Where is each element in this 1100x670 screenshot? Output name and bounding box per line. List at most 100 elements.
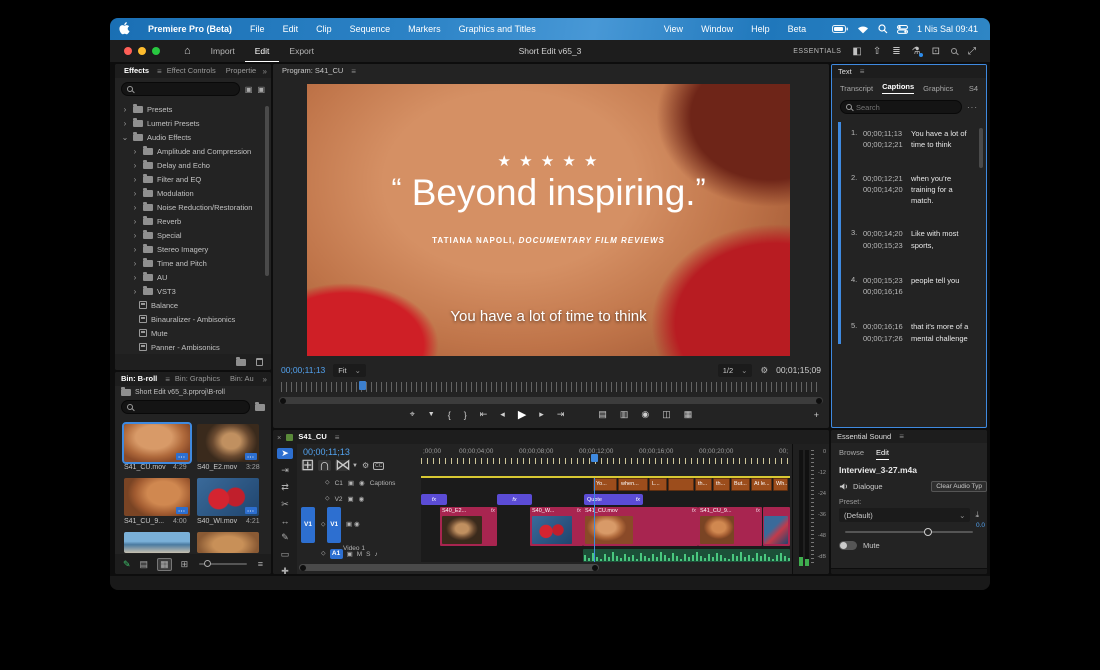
sync-lock-icon[interactable]: ▣ (348, 479, 354, 487)
caption-text[interactable]: You have a lot of time to think (911, 128, 976, 151)
chevron-icon[interactable]: › (131, 147, 139, 156)
tree-item-time-pitch[interactable]: › Time and Pitch (115, 256, 271, 270)
caption-text[interactable]: that it's more of a mental challenge (911, 321, 976, 344)
nav-export[interactable]: Export (279, 40, 324, 62)
sync-lock-icon[interactable]: ▣ (348, 495, 354, 503)
bin-clip-name[interactable]: S41_CU.mov (124, 464, 166, 471)
mic-voiceover-icon[interactable]: ♪ (374, 551, 377, 558)
slip-tool[interactable]: ↔ (281, 516, 290, 526)
chevron-icon[interactable]: › (131, 203, 139, 212)
chevron-icon[interactable]: › (131, 273, 139, 282)
save-preset-icon[interactable]: ⤓ (975, 510, 979, 520)
snap-icon[interactable]: ∩ (318, 458, 331, 474)
tab-edit[interactable]: Edit (876, 448, 889, 460)
bin-clip-thumbnail[interactable]: ••• (197, 424, 259, 462)
close-window-button[interactable] (124, 47, 132, 55)
nav-import[interactable]: Import (201, 40, 245, 62)
menubar-app-name[interactable]: Premiere Pro (Beta) (139, 24, 241, 34)
mute-toggle[interactable] (839, 541, 857, 550)
scrollbar-handle-left[interactable] (300, 564, 306, 571)
edit-pencil-icon[interactable]: ✎ (123, 559, 131, 570)
tab-effects[interactable]: Effects (119, 64, 154, 78)
bin-clip-name[interactable]: S40_E2.mov (197, 464, 237, 471)
compare-frame-button[interactable]: ◫ (662, 409, 671, 420)
panel-menu-icon[interactable]: ≡ (335, 433, 340, 442)
scrollbar-handle-right[interactable] (592, 564, 598, 571)
timeline-playhead-head[interactable] (591, 454, 598, 462)
chevron-icon[interactable]: › (131, 175, 139, 184)
eye-icon[interactable]: ◉ (359, 495, 365, 503)
timeline-h-scrollbar[interactable] (299, 564, 599, 571)
tree-item-mute[interactable]: Mute (115, 326, 271, 340)
lock-icon[interactable]: ⬦ (325, 479, 330, 487)
go-to-in-button[interactable]: ⇤ (480, 409, 488, 420)
tab-properties[interactable]: Propertie (221, 64, 256, 78)
chevron-icon[interactable]: › (131, 287, 139, 296)
audio-clip-interview[interactable] (583, 549, 790, 562)
rectangle-tool[interactable]: ▭ (281, 549, 290, 560)
nest-sequence-icon[interactable]: ⊞ (301, 458, 314, 474)
timeline-caption-clip[interactable]: L... (649, 478, 667, 491)
caption-row[interactable]: 4. 00;00;15;23 00;00;16;16 people tell yo… (841, 275, 982, 298)
program-video-frame[interactable]: ★ ★ ★ ★ ★ “ Beyond inspiring.” TATIANA N… (307, 84, 790, 356)
bin-clip-thumbnail[interactable] (197, 532, 259, 553)
menu-clip[interactable]: Clip (307, 24, 341, 34)
graphic-clip-fx[interactable]: fx (421, 494, 447, 505)
chevron-icon[interactable]: › (131, 245, 139, 254)
bin-footer-menu-icon[interactable]: ≡ (258, 559, 263, 569)
program-scrubber[interactable] (281, 381, 821, 392)
track-select-tool[interactable]: ⇥ (281, 465, 289, 476)
workspace-layout-icon[interactable]: ◧ (852, 46, 861, 57)
text-panel-title[interactable]: Text (836, 65, 857, 79)
tree-item-panner[interactable]: Panner - Ambisonics (115, 340, 271, 352)
timeline-settings-wrench-icon[interactable]: ⚙ (362, 461, 369, 470)
add-marker-icon[interactable]: ▼ (428, 411, 435, 418)
tree-item-stereo-imagery[interactable]: › Stereo Imagery (115, 242, 271, 256)
tab-captions[interactable]: Captions (882, 82, 915, 94)
quick-search-icon[interactable] (951, 48, 957, 54)
timeline-sequence-tab[interactable]: S41_CU (298, 430, 326, 444)
effects-scrollbar[interactable] (265, 106, 269, 276)
bin-breadcrumb-icon[interactable] (121, 387, 131, 396)
playback-resolution-dropdown[interactable]: 1/2 ⌄ (717, 363, 753, 377)
bin-clip-name[interactable]: S41_CU_9... (124, 518, 164, 525)
chevron-icon[interactable]: › (131, 161, 139, 170)
zoom-level-dropdown[interactable]: Fit ⌄ (333, 363, 366, 377)
program-timecode[interactable]: 00;00;11;13 (281, 365, 325, 375)
menubar-clock[interactable]: 1 Nis Sal 09:41 (917, 24, 978, 34)
fullscreen-icon[interactable]: ⤢ (968, 46, 976, 57)
timeline-playhead[interactable] (594, 478, 595, 562)
playhead-marker[interactable] (359, 381, 366, 390)
extract-button[interactable]: ▥ (620, 409, 629, 420)
video-clip-s41-cu[interactable]: S41_CU.mov fx (583, 507, 698, 546)
pen-tool[interactable]: ✎ (281, 532, 289, 543)
menu-graphics-titles[interactable]: Graphics and Titles (450, 24, 545, 34)
captions-track-label[interactable]: Captions (370, 480, 396, 487)
track-name[interactable]: C1 (335, 480, 343, 487)
chevron-down-icon[interactable]: ⌄ (121, 133, 129, 142)
tree-item-amplitude[interactable]: › Amplitude and Compression (115, 144, 271, 158)
chevron-icon[interactable]: › (131, 259, 139, 268)
caption-text[interactable]: Like with most sports, (911, 228, 976, 251)
menu-help[interactable]: Help (742, 24, 779, 34)
home-icon[interactable]: ⌂ (184, 45, 191, 57)
tree-item-noise-reduction[interactable]: › Noise Reduction/Restoration (115, 200, 271, 214)
lock-icon[interactable]: ⬦ (325, 495, 330, 503)
tab-effect-controls[interactable]: Effect Controls (162, 64, 221, 78)
delete-trash-icon[interactable] (256, 358, 263, 366)
caption-timecodes[interactable]: 00;00;11;13 00;00;12;21 (863, 128, 911, 151)
wifi-icon[interactable] (857, 25, 869, 34)
feedback-chat-icon[interactable]: ⊡ (932, 46, 940, 57)
tab-overflow-icon[interactable]: » (263, 375, 267, 384)
timeline-timecode[interactable]: 00;00;11;13 (303, 447, 350, 457)
track-target-v1[interactable]: V1 (327, 507, 342, 543)
scrollbar-handle-right[interactable] (816, 397, 822, 404)
workspace-label[interactable]: ESSENTIALS (793, 48, 841, 55)
more-options-icon[interactable]: ··· (967, 103, 978, 112)
timeline-caption-clip[interactable]: when... (618, 478, 648, 491)
chevron-icon[interactable]: › (131, 217, 139, 226)
add-button-plus[interactable]: + (814, 410, 819, 420)
new-bin-icon[interactable] (255, 401, 265, 411)
timeline-caption-clip[interactable]: But... (731, 478, 750, 491)
captions-scrollbar[interactable] (979, 128, 983, 168)
